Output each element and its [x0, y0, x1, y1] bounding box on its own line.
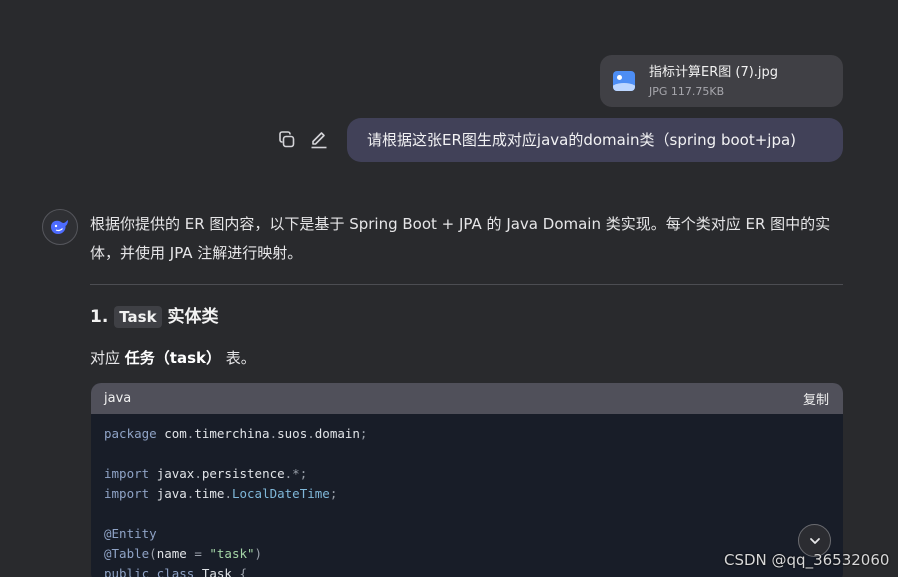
assistant-answer: 根据你提供的 ER 图内容，以下是基于 Spring Boot + JPA 的 … — [90, 210, 843, 370]
attachment-name: 指标计算ER图 (7).jpg — [649, 64, 779, 80]
sub-suffix: 表。 — [225, 349, 256, 367]
code-line: import javax.persistence.*; — [104, 466, 308, 481]
code-block: java 复制 package com.timerchina.suos.doma… — [91, 383, 843, 577]
code-language: java — [104, 391, 132, 406]
attachment-card[interactable]: 指标计算ER图 (7).jpg JPG 117.75KB — [600, 55, 843, 107]
image-icon — [613, 71, 635, 91]
code-header: java 复制 — [91, 383, 843, 414]
sub-prefix: 对应 — [90, 349, 121, 367]
code-line: package com.timerchina.suos.domain; — [104, 426, 368, 441]
code-line: @Table(name = "task") — [104, 546, 263, 561]
copy-icon[interactable] — [276, 129, 298, 151]
section-heading: 1. Task 实体类 — [90, 303, 843, 331]
csdn-watermark: CSDN @qq_36532060 — [724, 551, 890, 569]
section-number: 1. — [90, 307, 109, 327]
chevron-down-icon — [809, 537, 820, 544]
code-line: @Entity — [104, 526, 157, 541]
divider — [90, 284, 843, 285]
user-message: 请根据这张ER图生成对应java的domain类（spring boot+jpa… — [347, 118, 843, 162]
section-rest: 实体类 — [167, 307, 219, 327]
section-code-word: Task — [114, 306, 162, 328]
code-line: import java.time.LocalDateTime; — [104, 486, 338, 501]
edit-icon[interactable] — [308, 129, 330, 151]
copy-code-button[interactable]: 复制 — [803, 389, 829, 408]
code-line: public class Task { — [104, 566, 248, 577]
attachment-size: JPG 117.75KB — [649, 84, 725, 98]
whale-logo-icon — [42, 209, 78, 245]
section-subtitle: 对应 任务（task） 表。 — [90, 346, 843, 370]
sub-bold: 任务（task） — [124, 349, 221, 367]
answer-intro: 根据你提供的 ER 图内容，以下是基于 Spring Boot + JPA 的 … — [90, 215, 831, 262]
